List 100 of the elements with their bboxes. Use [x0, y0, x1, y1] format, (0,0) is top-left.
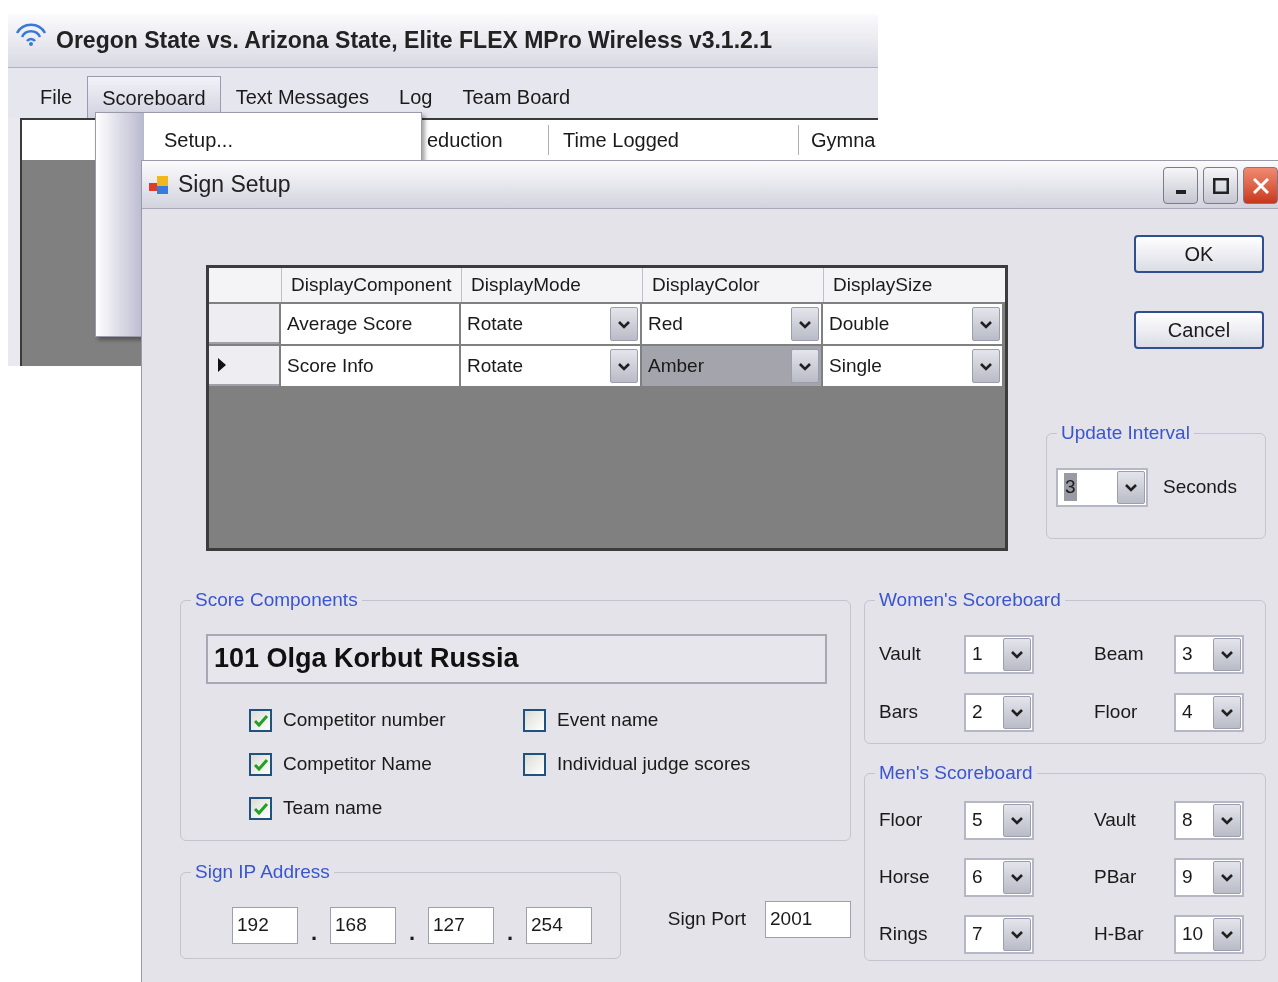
dropdown-arrow-button[interactable] — [791, 307, 819, 341]
preview-text-box: 101 Olga Korbut Russia — [206, 633, 827, 684]
checkbox-label[interactable]: Individual judge scores — [557, 750, 751, 779]
menu-item[interactable]: Team Board — [447, 76, 586, 118]
table-cell[interactable]: Rotate — [461, 346, 640, 386]
table-cell[interactable]: Single — [823, 346, 1002, 386]
dropdown-field[interactable]: 10 — [1174, 914, 1244, 954]
menu-item[interactable]: File — [25, 76, 88, 118]
dropdown-field[interactable]: 7 — [964, 914, 1034, 954]
minimize-button[interactable] — [1163, 167, 1198, 204]
column-header[interactable]: DisplayColor — [642, 268, 821, 302]
dropdown-arrow-button[interactable] — [1003, 637, 1031, 671]
checkbox[interactable] — [523, 753, 546, 776]
table-cell[interactable]: Score Info — [281, 346, 459, 386]
dropdown-arrow-button[interactable] — [1003, 803, 1031, 837]
maximize-button[interactable] — [1203, 167, 1238, 204]
dropdown-field[interactable]: 2 — [964, 692, 1034, 732]
dropdown-arrow-button[interactable] — [791, 349, 819, 383]
checkbox-label[interactable]: Event name — [557, 706, 659, 735]
column-header[interactable]: DisplayComponent — [281, 268, 459, 302]
dropdown-field[interactable]: 3 — [1056, 467, 1148, 507]
event-label: Bars — [879, 699, 920, 724]
dropdown-arrow-button[interactable] — [1003, 917, 1031, 951]
group-title: Women's Scoreboard — [878, 588, 1062, 612]
dropdown-arrow-button[interactable] — [1213, 803, 1241, 837]
event-label: H-Bar — [1094, 921, 1145, 946]
table-cell[interactable]: Red — [642, 304, 821, 344]
dropdown-arrow-button[interactable] — [1213, 695, 1241, 729]
column-header[interactable]: DisplaySize — [823, 268, 1002, 302]
window-title: Oregon State vs. Arizona State, Elite FLEX MPro Wireless v3.1.2.1 — [56, 26, 772, 56]
event-label: Floor — [1094, 699, 1139, 724]
check-icon — [252, 801, 269, 816]
dropdown-field[interactable]: 5 — [964, 800, 1034, 840]
dropdown-field[interactable]: 6 — [964, 857, 1034, 897]
column-header[interactable]: Gymna — [798, 125, 878, 155]
dropdown-arrow-button[interactable] — [1213, 917, 1241, 951]
input-field[interactable]: 127 — [428, 906, 494, 944]
table-cell[interactable]: Amber — [642, 346, 821, 386]
input-field[interactable]: 192 — [232, 906, 298, 944]
row-header[interactable] — [209, 346, 279, 386]
column-header[interactable]: DisplayMode — [461, 268, 640, 302]
check-icon — [252, 757, 269, 772]
input-field[interactable]: 168 — [330, 906, 396, 944]
separator-dot: . — [505, 921, 515, 944]
group-title: Men's Scoreboard — [878, 761, 1034, 785]
event-label: Horse — [879, 864, 931, 889]
dropdown-arrow-button[interactable] — [1213, 637, 1241, 671]
close-button[interactable] — [1243, 167, 1278, 204]
dropdown-field[interactable]: 8 — [1174, 800, 1244, 840]
table-cell[interactable]: Rotate — [461, 304, 640, 344]
menu-item[interactable]: Text Messages — [220, 76, 385, 118]
input-field[interactable]: 254 — [526, 906, 592, 944]
separator-dot: . — [407, 921, 417, 944]
group-title: Sign IP Address — [194, 860, 331, 884]
dropdown-field[interactable]: 9 — [1174, 857, 1244, 897]
minimize-icon — [1175, 190, 1186, 194]
checkbox-label[interactable]: Competitor number — [283, 706, 446, 735]
close-icon — [1252, 177, 1269, 194]
dropdown-arrow-button[interactable] — [1003, 860, 1031, 894]
menu-item[interactable]: Log — [384, 76, 448, 118]
dropdown-arrow-button[interactable] — [972, 349, 1000, 383]
input-field[interactable]: 2001 — [765, 901, 851, 938]
checkbox-label[interactable]: Competitor Name — [283, 750, 432, 779]
dropdown-field[interactable]: 4 — [1174, 692, 1244, 732]
dialog-button[interactable]: Cancel — [1134, 311, 1264, 349]
event-label: Vault — [879, 641, 922, 666]
dropdown-arrow-button[interactable] — [610, 349, 638, 383]
column-header[interactable]: Time Logged — [548, 125, 798, 155]
maximize-icon — [1212, 177, 1229, 194]
dropdown-arrow-button[interactable] — [972, 307, 1000, 341]
group-title: Update Interval — [1060, 421, 1191, 445]
checkbox-label[interactable]: Team name — [283, 794, 383, 823]
dropdown-arrow-button[interactable] — [1117, 470, 1145, 504]
dropdown-field[interactable]: 3 — [1174, 634, 1244, 674]
event-label: Floor — [879, 807, 924, 832]
checkbox[interactable] — [249, 797, 272, 820]
table-cell[interactable]: Double — [823, 304, 1002, 344]
column-header[interactable]: eduction — [424, 125, 548, 155]
dropdown-arrow-button[interactable] — [1213, 860, 1241, 894]
menu-item[interactable]: Setup... — [164, 123, 233, 157]
current-row-icon — [217, 357, 227, 373]
dropdown-arrow-button[interactable] — [610, 307, 638, 341]
dialog-button[interactable]: OK — [1134, 235, 1264, 273]
checkbox[interactable] — [249, 753, 272, 776]
check-icon — [252, 713, 269, 728]
dropdown-field[interactable]: 1 — [964, 634, 1034, 674]
table-cell[interactable]: Average Score — [281, 304, 459, 344]
event-label: Vault — [1094, 807, 1137, 832]
window-icon — [148, 173, 170, 196]
dropdown-arrow-button[interactable] — [1003, 695, 1031, 729]
checkbox[interactable] — [523, 709, 546, 732]
unit-label: Seconds — [1163, 474, 1237, 499]
checkbox[interactable] — [249, 709, 272, 732]
event-label: PBar — [1094, 864, 1138, 889]
field-label: Sign Port — [667, 907, 746, 932]
event-label: Beam — [1094, 641, 1145, 666]
event-label: Rings — [879, 921, 929, 946]
separator-dot: . — [309, 921, 319, 944]
window-title: Sign Setup — [178, 170, 291, 200]
wifi-icon — [14, 22, 48, 47]
